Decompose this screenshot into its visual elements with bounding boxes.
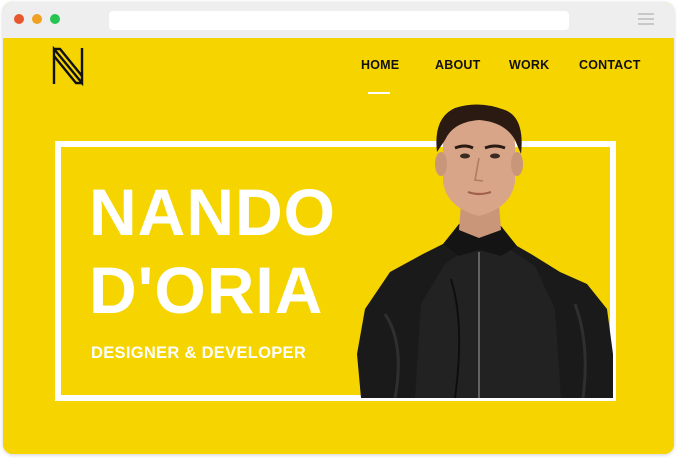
hero-title-line2: D'ORIA bbox=[89, 253, 324, 327]
portrait-photo bbox=[357, 104, 613, 398]
hero-title-line1: NANDO bbox=[89, 175, 336, 249]
browser-titlebar bbox=[3, 2, 674, 38]
nav-about[interactable]: ABOUT bbox=[435, 58, 480, 72]
hamburger-menu-icon[interactable] bbox=[638, 13, 654, 25]
nav-active-underline bbox=[368, 92, 390, 94]
hero-title: NANDO D'ORIA bbox=[89, 173, 389, 329]
website-page: HOME ABOUT WORK CONTACT NANDO D'ORIA DES… bbox=[3, 38, 674, 454]
nav-work[interactable]: WORK bbox=[509, 58, 549, 72]
hero-subtitle: DESIGNER & DEVELOPER bbox=[91, 344, 307, 362]
main-nav: HOME ABOUT WORK CONTACT bbox=[3, 58, 674, 94]
maximize-dot[interactable] bbox=[50, 14, 60, 24]
close-dot[interactable] bbox=[14, 14, 24, 24]
address-bar[interactable] bbox=[109, 11, 569, 30]
minimize-dot[interactable] bbox=[32, 14, 42, 24]
nav-contact[interactable]: CONTACT bbox=[579, 58, 641, 72]
nav-home[interactable]: HOME bbox=[361, 58, 399, 72]
browser-window: HOME ABOUT WORK CONTACT NANDO D'ORIA DES… bbox=[3, 2, 674, 454]
